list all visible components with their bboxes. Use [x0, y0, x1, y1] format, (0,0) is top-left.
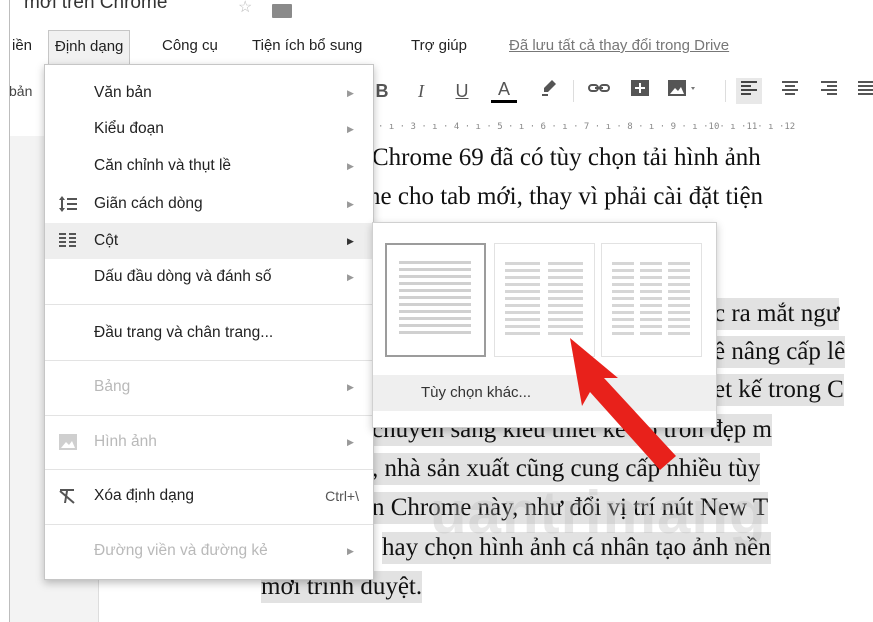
star-icon[interactable]: ☆ — [238, 0, 252, 16]
shortcut-hint: Ctrl+\ — [325, 488, 359, 504]
submenu-arrow-icon: ▶ — [347, 382, 354, 392]
submenu-arrow-icon: ▶ — [347, 236, 354, 246]
line-spacing-icon — [57, 195, 79, 213]
doc-line: ne cho tab mới, thay vì phải cài đặt tiệ… — [368, 183, 764, 210]
insert-comment-icon[interactable] — [628, 78, 652, 105]
watermark: uantrimang — [430, 479, 767, 546]
menu-insert-partial[interactable]: iền — [10, 30, 38, 62]
menu-item-bullets-numbering[interactable]: Dấu đầu dòng và đánh số ▶ — [45, 259, 373, 295]
text-color-button[interactable]: A — [491, 78, 517, 103]
menu-item-image: Hình ảnh ▶ — [45, 424, 373, 460]
three-columns-option[interactable] — [601, 243, 702, 357]
image-icon — [57, 433, 79, 451]
menu-item-columns[interactable]: Cột ▶ — [45, 223, 373, 259]
menu-divider — [45, 415, 373, 416]
doc-line: Chrome 69 đã có tùy chọn tải hình ảnh — [372, 144, 761, 171]
menu-item-label: Đầu trang và chân trang... — [94, 324, 274, 341]
insert-image-icon[interactable] — [666, 78, 700, 105]
submenu-arrow-icon: ▶ — [347, 88, 354, 98]
columns-icon — [57, 232, 79, 250]
underline-button[interactable]: U — [451, 78, 473, 104]
menu-divider — [45, 469, 373, 470]
menu-item-label: Dấu đầu dòng và đánh số — [94, 268, 272, 285]
document-title[interactable]: mới trên Chrome — [24, 0, 167, 14]
menu-item-text[interactable]: Văn bản ▶ — [45, 75, 373, 111]
format-menu: Văn bản ▶ Kiểu đoạn ▶ Căn chỉnh và thụt … — [44, 64, 374, 580]
submenu-arrow-icon: ▶ — [347, 437, 354, 447]
menu-item-label: Giãn cách dòng — [94, 195, 203, 212]
columns-submenu: Tùy chọn khác... — [372, 222, 717, 428]
doc-line: et kế trong C — [714, 374, 844, 406]
menu-item-label: Đường viền và đường kẻ — [94, 542, 268, 559]
menu-item-headers-footers[interactable]: Đầu trang và chân trang... — [45, 315, 373, 351]
menu-item-label: Kiểu đoạn — [94, 120, 164, 137]
menu-format[interactable]: Định dạng — [48, 30, 131, 65]
highlight-pen-icon[interactable] — [538, 78, 560, 105]
submenu-arrow-icon: ▶ — [347, 199, 354, 209]
menu-item-table: Bảng ▶ — [45, 369, 373, 405]
menu-help[interactable]: Trợ giúp — [405, 30, 473, 62]
align-center-icon[interactable] — [777, 78, 803, 104]
menu-item-label: Cột — [94, 232, 119, 249]
save-status-link[interactable]: Đã lưu tất cả thay đổi trong Drive — [509, 30, 729, 62]
menu-tools[interactable]: Công cụ — [156, 30, 224, 62]
clear-formatting-icon — [57, 487, 79, 505]
bold-button[interactable]: B — [371, 78, 393, 104]
link-icon[interactable] — [586, 78, 612, 105]
align-right-icon[interactable] — [816, 78, 842, 104]
menu-divider — [45, 524, 373, 525]
menu-item-label: Căn chỉnh và thụt lề — [94, 157, 232, 174]
two-columns-option[interactable] — [494, 243, 595, 357]
menu-item-label: Hình ảnh — [94, 433, 157, 450]
submenu-arrow-icon: ▶ — [347, 272, 354, 282]
doc-line: ề nâng cấp lê — [714, 336, 846, 368]
one-column-option[interactable] — [385, 243, 486, 357]
menu-item-line-spacing[interactable]: Giãn cách dòng ▶ — [45, 186, 373, 222]
submenu-arrow-icon: ▶ — [347, 161, 354, 171]
menu-item-clear-formatting[interactable]: Xóa định dạng Ctrl+\ — [45, 478, 373, 514]
italic-button[interactable]: I — [410, 78, 432, 104]
menu-item-label: Xóa định dạng — [94, 487, 194, 504]
submenu-arrow-icon: ▶ — [347, 546, 354, 556]
menu-addons[interactable]: Tiện ích bổ sung — [246, 30, 368, 62]
menu-item-label: Văn bản — [94, 84, 152, 101]
menu-item-label: Bảng — [94, 378, 131, 395]
menu-bar: iền Định dạng Công cụ Tiện ích bổ sung T… — [10, 30, 873, 65]
menu-item-paragraph-styles[interactable]: Kiểu đoạn ▶ — [45, 111, 373, 147]
menu-divider — [45, 360, 373, 361]
align-left-icon[interactable] — [736, 78, 762, 104]
menu-item-align-indent[interactable]: Căn chỉnh và thụt lề ▶ — [45, 148, 373, 184]
doc-line: c ra mắt ngư — [714, 298, 840, 330]
menu-divider — [45, 304, 373, 305]
paragraph-style-select[interactable]: bản — [10, 78, 32, 104]
folder-icon[interactable] — [272, 4, 292, 18]
align-justify-icon[interactable] — [853, 78, 873, 104]
more-options-label: Tùy chọn khác... — [421, 384, 532, 401]
more-options-item[interactable]: Tùy chọn khác... — [373, 375, 716, 411]
menu-item-borders-lines: Đường viền và đường kẻ ▶ — [45, 533, 373, 569]
submenu-arrow-icon: ▶ — [347, 124, 354, 134]
ruler[interactable]: · ı · 3 · ı · 4 · ı · 5 · ı · 6 · ı · 7 … — [378, 118, 873, 136]
